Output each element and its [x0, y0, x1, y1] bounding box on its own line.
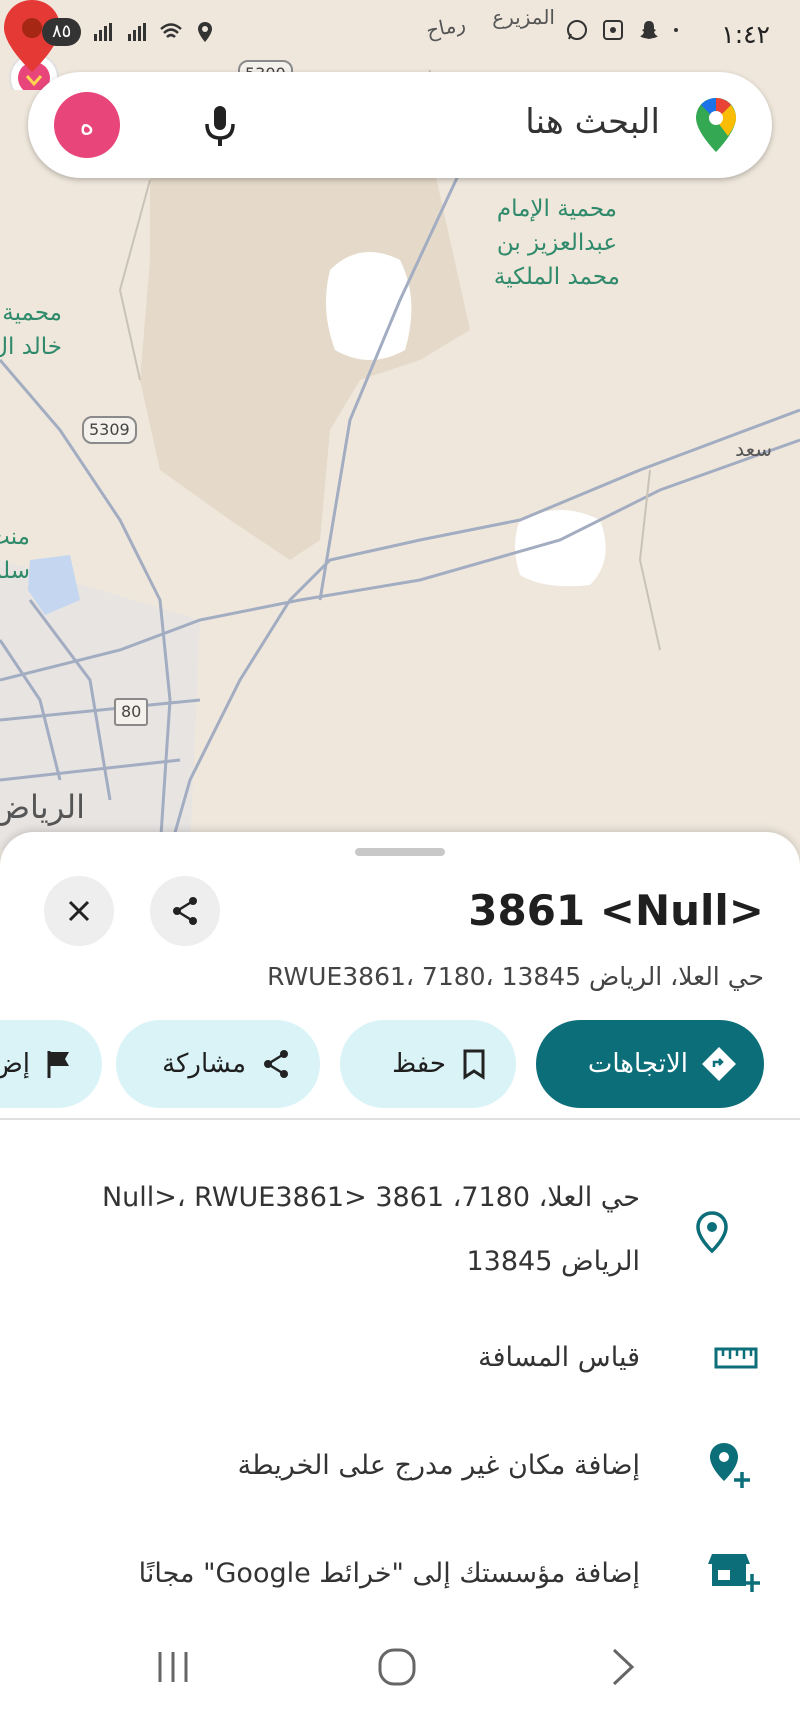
address-row[interactable]: حي العلا، 7180، 3861 <Null>، RWUE3861 ال…	[0, 1162, 800, 1282]
save-button[interactable]: حفظ	[340, 1020, 516, 1108]
directions-label: الاتجاهات	[587, 1049, 688, 1079]
add-business-row[interactable]: إضافة مؤسستك إلى "خرائط Google" مجانًا	[0, 1536, 800, 1616]
account-avatar[interactable]: ه	[54, 92, 120, 158]
battery-indicator: ٨٥	[42, 18, 82, 46]
place-bottom-sheet[interactable]: 3861 <Null> حي العلا، الرياض 13845 ،RWUE…	[0, 832, 800, 1715]
address-line-2: الرياض 13845	[466, 1246, 641, 1277]
home-icon[interactable]	[374, 1644, 420, 1690]
ruler-icon	[714, 1347, 758, 1369]
map-label-city: الرياض	[0, 788, 85, 826]
dot-icon	[674, 28, 678, 32]
add-location-icon	[710, 1443, 750, 1488]
back-icon[interactable]	[600, 1644, 646, 1690]
map-label-reserve-2: محمية خالد ال	[0, 300, 62, 360]
status-bar: ١:٤٢ ٨٥	[0, 0, 800, 70]
close-button[interactable]	[44, 876, 114, 946]
search-input[interactable]: البحث هنا	[525, 102, 660, 142]
close-icon	[68, 900, 90, 922]
bookmark-icon	[463, 1049, 485, 1080]
whatsapp-icon	[567, 20, 587, 40]
road-shield-80: 80	[114, 698, 149, 726]
share-icon	[173, 897, 197, 925]
system-navigation-bar	[0, 1620, 800, 1715]
flag-icon	[47, 1051, 69, 1078]
add-missing-place-label: إضافة مكان غير مدرج على الخريطة	[237, 1450, 640, 1481]
status-time: ١:٤٢	[721, 20, 770, 49]
place-title: 3861 <Null>	[468, 886, 764, 935]
share-icon	[264, 1050, 288, 1078]
save-label: حفظ	[392, 1049, 446, 1079]
address-line-1: حي العلا، 7180، 3861 <Null>، RWUE3861	[101, 1182, 640, 1213]
status-system-icons: ٨٥	[42, 18, 217, 46]
label-label: إض	[0, 1049, 30, 1079]
screenshot-icon	[603, 20, 623, 40]
add-missing-place-row[interactable]: إضافة مكان غير مدرج على الخريطة	[0, 1428, 800, 1508]
snapchat-icon	[640, 21, 658, 39]
measure-distance-label: قياس المسافة	[478, 1342, 640, 1373]
search-bar[interactable]: البحث هنا ه	[28, 72, 772, 178]
recent-apps-icon[interactable]	[150, 1644, 196, 1690]
location-pin-outline-icon	[696, 1211, 728, 1254]
google-maps-icon	[696, 98, 736, 152]
place-address: حي العلا، الرياض 13845 ،RWUE3861، 7180	[267, 962, 764, 991]
microphone-icon[interactable]	[196, 102, 244, 150]
share-label: مشاركة	[162, 1049, 246, 1079]
directions-icon	[702, 1047, 736, 1081]
map-label-area: منت سلم	[0, 524, 30, 584]
share-button[interactable]: مشاركة	[116, 1020, 320, 1108]
signal-icon	[94, 23, 113, 41]
wifi-icon	[160, 23, 183, 38]
location-status-icon	[198, 22, 213, 42]
map-label-right: سعد	[735, 437, 772, 461]
add-business-label: إضافة مؤسستك إلى "خرائط Google" مجانًا	[138, 1558, 640, 1589]
action-chips: الاتجاهات حفظ مشاركة إض	[0, 1020, 800, 1112]
directions-button[interactable]: الاتجاهات	[536, 1020, 764, 1108]
signal-2-icon	[128, 23, 147, 41]
measure-distance-row[interactable]: قياس المسافة	[0, 1326, 800, 1396]
label-button[interactable]: إض	[0, 1020, 102, 1108]
status-notification-icons	[565, 18, 685, 42]
share-icon-button[interactable]	[150, 876, 220, 946]
sheet-drag-handle[interactable]	[355, 848, 445, 856]
road-shield-5309: 5309	[82, 416, 137, 444]
map-label-reserve-1: محمية الإمام عبدالعزيز بن محمد الملكية	[493, 196, 620, 290]
sheet-divider	[0, 1118, 800, 1120]
add-business-icon	[708, 1554, 760, 1592]
